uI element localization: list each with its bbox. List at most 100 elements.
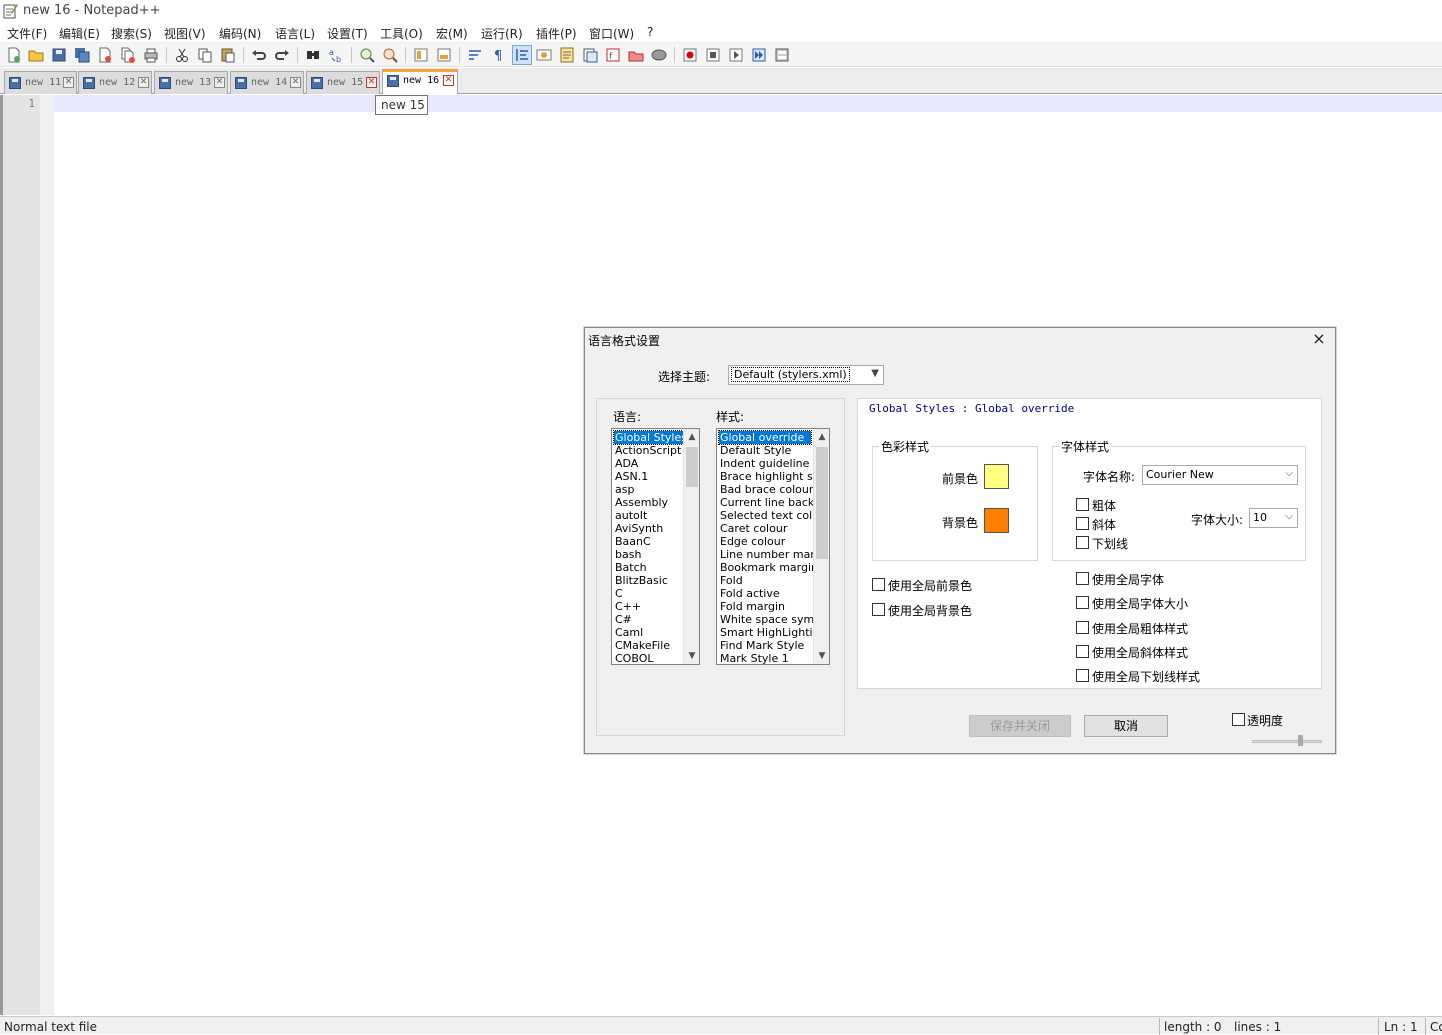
word-wrap-icon[interactable] — [466, 46, 484, 64]
function-list-icon[interactable] — [581, 46, 599, 64]
list-item[interactable]: Find Mark Style — [719, 639, 804, 652]
menu-macro[interactable]: 宏(M) — [436, 25, 468, 42]
tab-new-13[interactable]: new 13 ✕ — [154, 71, 228, 94]
close-all-icon[interactable] — [119, 46, 137, 64]
bubble-icon[interactable] — [650, 46, 668, 64]
copy-icon[interactable] — [196, 46, 214, 64]
tab-close-icon[interactable]: ✕ — [214, 77, 225, 88]
zoom-out-icon[interactable] — [381, 46, 399, 64]
list-item[interactable]: bash — [614, 548, 641, 561]
cancel-button[interactable]: 取消 — [1084, 715, 1168, 737]
use-global-bold-checkbox[interactable] — [1076, 621, 1089, 634]
list-item[interactable]: C — [614, 587, 623, 600]
tab-new-15[interactable]: new 15 ✕ — [306, 71, 380, 94]
list-item[interactable]: White space symbo — [719, 613, 828, 626]
scroll-down-icon[interactable]: ▼ — [814, 648, 829, 664]
list-item[interactable]: Selected text colou — [719, 509, 826, 522]
list-item[interactable]: autoIt — [614, 509, 647, 522]
save-icon[interactable] — [50, 46, 68, 64]
open-file-icon[interactable] — [27, 46, 45, 64]
list-item[interactable]: COBOL — [614, 652, 653, 664]
menu-run[interactable]: 运行(R) — [481, 25, 523, 42]
paste-icon[interactable] — [219, 46, 237, 64]
redo-icon[interactable] — [273, 46, 291, 64]
list-item[interactable]: Bookmark margin — [719, 561, 818, 574]
tab-close-icon[interactable]: ✕ — [138, 77, 149, 88]
use-global-fg-checkbox[interactable] — [872, 578, 885, 591]
cut-icon[interactable] — [173, 46, 191, 64]
list-item[interactable]: BlitzBasic — [614, 574, 668, 587]
show-all-chars-icon[interactable]: ¶ — [489, 46, 507, 64]
save-macro-icon[interactable] — [773, 46, 791, 64]
underline-checkbox[interactable] — [1076, 536, 1089, 549]
list-item[interactable]: Batch — [614, 561, 647, 574]
menu-settings[interactable]: 设置(T) — [327, 25, 368, 42]
menu-window[interactable]: 窗口(W) — [589, 25, 634, 42]
transparency-slider-thumb[interactable] — [1298, 735, 1303, 746]
record-macro-icon[interactable] — [681, 46, 699, 64]
menu-tools[interactable]: 工具(O) — [380, 25, 423, 42]
list-item[interactable]: Global Styles — [613, 430, 688, 445]
list-item[interactable]: ADA — [614, 457, 638, 470]
use-global-size-checkbox[interactable] — [1076, 596, 1089, 609]
menu-search[interactable]: 搜索(S) — [111, 25, 152, 42]
sync-vertical-icon[interactable] — [412, 46, 430, 64]
menu-edit[interactable]: 编辑(E) — [59, 25, 100, 42]
list-item[interactable]: Smart HighLighting — [719, 626, 827, 639]
stop-record-icon[interactable] — [704, 46, 722, 64]
list-item[interactable]: Current line backgr — [719, 496, 826, 509]
list-item[interactable]: C# — [614, 613, 632, 626]
bold-checkbox[interactable] — [1076, 498, 1089, 511]
play-macro-icon[interactable] — [727, 46, 745, 64]
indent-guide-icon[interactable] — [512, 45, 532, 65]
print-icon[interactable] — [142, 46, 160, 64]
font-name-select[interactable]: Courier New ⌵ — [1142, 465, 1298, 485]
replace-icon[interactable]: ab — [327, 46, 345, 64]
scrollbar-thumb[interactable] — [816, 447, 828, 559]
list-item[interactable]: C++ — [614, 600, 641, 613]
save-all-icon[interactable] — [73, 46, 91, 64]
use-global-italic-checkbox[interactable] — [1076, 645, 1089, 658]
tab-close-icon[interactable]: ✕ — [443, 75, 454, 86]
style-scrollbar[interactable]: ▲ ▼ — [813, 429, 829, 664]
style-listbox[interactable]: Global override Default Style Indent gui… — [716, 428, 830, 665]
list-item[interactable]: CMakeFile — [614, 639, 670, 652]
menu-language[interactable]: 语言(L) — [275, 25, 315, 42]
transparency-checkbox[interactable] — [1232, 713, 1245, 726]
menu-view[interactable]: 视图(V) — [164, 25, 206, 42]
list-item[interactable]: Fold — [719, 574, 743, 587]
list-item[interactable]: Mark Style 1 — [719, 652, 789, 664]
list-item[interactable]: Fold active — [719, 587, 780, 600]
tab-new-12[interactable]: new 12 ✕ — [78, 71, 152, 94]
scrollbar-thumb[interactable] — [686, 447, 698, 487]
menu-encoding[interactable]: 编码(N) — [219, 25, 261, 42]
list-item[interactable]: Global override — [718, 430, 812, 445]
tab-new-14[interactable]: new 14 ✕ — [230, 71, 304, 94]
use-global-underline-checkbox[interactable] — [1076, 669, 1089, 682]
list-item[interactable]: asp — [614, 483, 634, 496]
close-icon[interactable] — [96, 46, 114, 64]
tab-new-11[interactable]: new 11 ✕ — [4, 71, 77, 94]
list-item[interactable]: Caml — [614, 626, 643, 639]
monitoring-icon[interactable] — [627, 46, 645, 64]
scroll-up-icon[interactable]: ▲ — [814, 429, 829, 445]
italic-checkbox[interactable] — [1076, 517, 1089, 530]
dialog-close-icon[interactable]: × — [1311, 331, 1327, 347]
tab-new-16[interactable]: new 16 ✕ — [382, 69, 458, 94]
language-listbox[interactable]: Global Styles ActionScript ADA ASN.1 asp… — [611, 428, 700, 665]
fold-margin[interactable] — [40, 95, 54, 1015]
use-global-font-checkbox[interactable] — [1076, 572, 1089, 585]
folder-workspace-icon[interactable]: f — [604, 46, 622, 64]
tab-close-icon[interactable]: ✕ — [290, 77, 301, 88]
find-icon[interactable] — [304, 46, 322, 64]
list-item[interactable]: Default Style — [719, 444, 791, 457]
new-file-icon[interactable] — [5, 46, 23, 64]
list-item[interactable]: AviSynth — [614, 522, 663, 535]
background-color-swatch[interactable] — [984, 508, 1009, 533]
menu-plugins[interactable]: 插件(P) — [536, 25, 577, 42]
list-item[interactable]: Edge colour — [719, 535, 785, 548]
list-item[interactable]: Bad brace colour — [719, 483, 813, 496]
zoom-in-icon[interactable] — [358, 46, 376, 64]
document-map-icon[interactable] — [558, 46, 576, 64]
use-global-bg-checkbox[interactable] — [872, 603, 885, 616]
